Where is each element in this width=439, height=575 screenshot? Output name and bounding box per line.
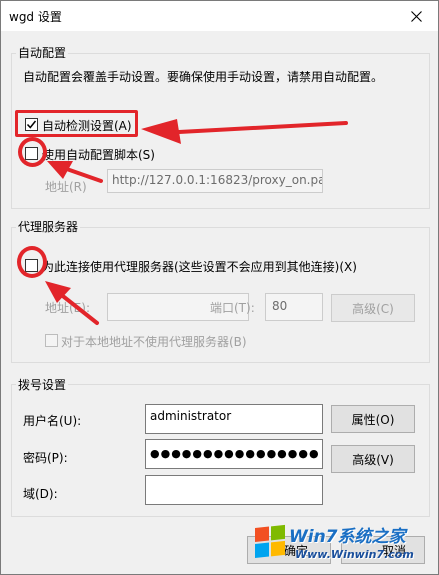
close-icon — [410, 10, 422, 22]
proxy-group-title: 代理服务器 — [16, 218, 81, 235]
watermark-url: Www.Winwin7.com — [295, 548, 414, 561]
title-bar: wgd 设置 — [1, 1, 438, 31]
domain-input[interactable] — [145, 475, 323, 505]
proxy-address-label: 地址(E): — [45, 301, 90, 315]
domain-label: 域(D): — [23, 487, 58, 501]
use-script-label[interactable]: 使用自动配置脚本(S) — [42, 146, 155, 163]
close-button[interactable] — [394, 1, 438, 31]
window-title: wgd 设置 — [9, 10, 62, 24]
proxy-port-label: 端口(T): — [210, 301, 255, 315]
bypass-local-label[interactable]: 对于本地地址不使用代理服务器(B) — [61, 333, 247, 350]
script-address-input[interactable]: http://127.0.0.1:16823/proxy_on.pac — [107, 169, 323, 193]
password-label: 密码(P): — [23, 451, 68, 465]
properties-button[interactable]: 属性(O) — [331, 405, 415, 433]
password-input[interactable]: ●●●●●●●●●●●●●●●● — [145, 439, 323, 469]
bypass-local-checkbox[interactable] — [45, 334, 58, 347]
dialup-group-title: 拨号设置 — [16, 376, 69, 393]
use-proxy-label[interactable]: 为此连接使用代理服务器(这些设置不会应用到其他连接)(X) — [42, 258, 357, 275]
script-address-label: 地址(R) — [45, 180, 87, 194]
annotation-circle-proxy — [17, 246, 47, 278]
username-label: 用户名(U): — [23, 414, 82, 428]
watermark: Win7系统之家 Www.Winwin7.com — [251, 516, 436, 572]
watermark-brand: Win7系统之家 — [289, 527, 406, 547]
auto-config-group-title: 自动配置 — [16, 44, 69, 61]
dialup-advanced-button[interactable]: 高级(V) — [331, 445, 415, 473]
username-input[interactable]: administrator — [145, 404, 323, 434]
auto-config-description: 自动配置会覆盖手动设置。要确保使用手动设置，请禁用自动配置。 — [23, 70, 384, 84]
annotation-highlight-box — [15, 110, 138, 137]
settings-window: wgd 设置 自动配置 自动配置会覆盖手动设置。要确保使用手动设置，请禁用自动配… — [0, 0, 439, 575]
annotation-circle-script — [18, 137, 47, 167]
proxy-port-input[interactable]: 80 — [265, 293, 323, 321]
proxy-advanced-button[interactable]: 高级(C) — [331, 294, 415, 322]
